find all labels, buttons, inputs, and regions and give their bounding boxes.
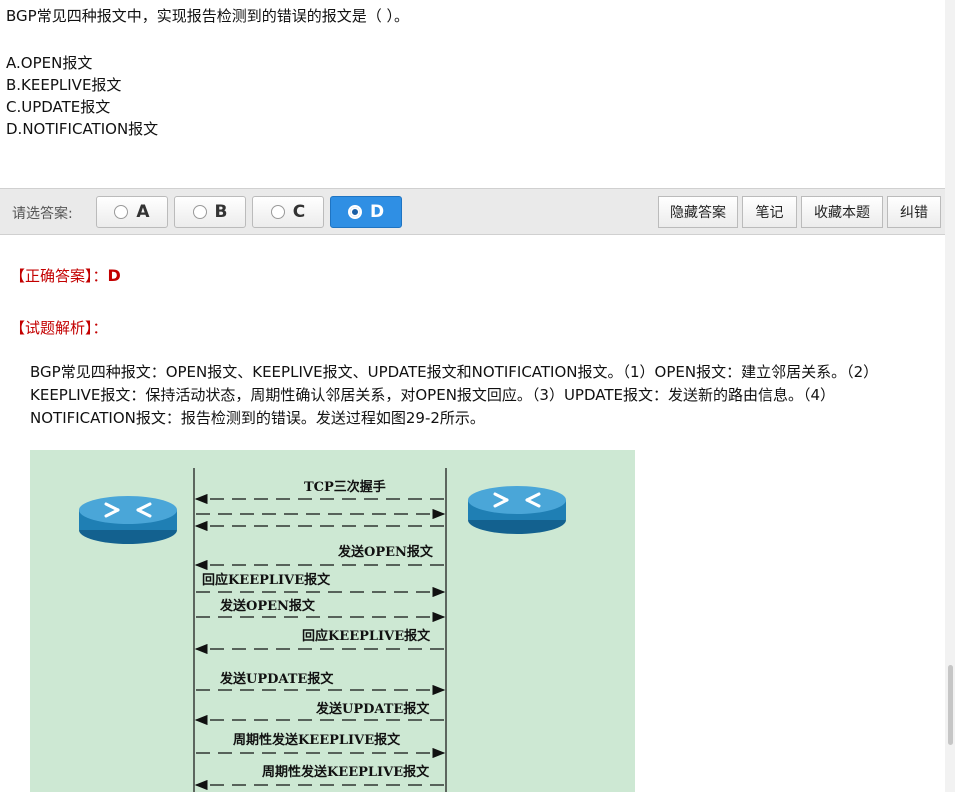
update-left-label: 发送UPDATE报文 xyxy=(219,671,334,687)
explanation-text: BGP常见四种报文：OPEN报文、KEEPLIVE报文、UPDATE报文和NOT… xyxy=(30,363,879,427)
correct-answer-label: 【正确答案】： xyxy=(10,267,108,285)
open-right-label: 发送OPEN报文 xyxy=(337,544,434,560)
options-list: A.OPEN报文 B.KEEPLIVE报文 C.UPDATE报文 D.NOTIF… xyxy=(6,52,158,140)
favorite-button[interactable]: 收藏本题 xyxy=(801,196,883,228)
left-router-icon xyxy=(79,496,177,544)
periodic-right-label: 周期性发送KEEPLIVE报文 xyxy=(262,764,430,780)
choice-c-label: C xyxy=(292,202,306,222)
correct-answer: 【正确答案】：D xyxy=(10,265,121,286)
right-router-icon xyxy=(468,486,566,534)
choice-d-button[interactable]: D xyxy=(330,196,402,228)
choose-answer-label: 请选答案: xyxy=(12,206,73,222)
option-c: C.UPDATE报文 xyxy=(6,98,111,116)
report-error-button[interactable]: 纠错 xyxy=(887,196,941,228)
question-panel: BGP常见四种报文中，实现报告检测到的错误的报文是（ ）。 A.OPEN报文 B… xyxy=(0,0,946,188)
choice-a-label: A xyxy=(136,202,150,222)
update-right-label: 发送UPDATE报文 xyxy=(315,701,430,717)
correct-answer-value: D xyxy=(107,266,121,285)
option-b: B.KEEPLIVE报文 xyxy=(6,76,122,94)
notes-button[interactable]: 笔记 xyxy=(742,196,797,228)
radio-icon xyxy=(192,205,207,219)
open-left-label: 发送OPEN报文 xyxy=(219,598,316,614)
scrollbar-thumb[interactable] xyxy=(948,665,953,745)
option-d: D.NOTIFICATION报文 xyxy=(6,120,159,138)
answer-toolbar: 请选答案: A B C D 隐藏答案 笔记 收藏本题 纠错 xyxy=(0,188,945,235)
radio-icon xyxy=(270,205,285,219)
question-stem: BGP常见四种报文中，实现报告检测到的错误的报文是（ ）。 xyxy=(6,7,409,25)
choice-b-button[interactable]: B xyxy=(174,196,246,228)
vertical-scrollbar[interactable] xyxy=(945,0,955,792)
keep-left-label: 回应KEEPLIVE报文 xyxy=(202,572,331,588)
choice-b-label: B xyxy=(214,202,228,222)
hide-answer-button[interactable]: 隐藏答案 xyxy=(658,196,738,228)
tcp-label: TCP三次握手 xyxy=(304,479,386,495)
radio-icon xyxy=(114,205,129,219)
choice-a-button[interactable]: A xyxy=(96,196,168,228)
keep-right-label: 回应KEEPLIVE报文 xyxy=(302,628,431,644)
option-a: A.OPEN报文 xyxy=(6,54,93,72)
explanation-label: 【试题解析】： xyxy=(10,319,108,337)
radio-selected-icon xyxy=(347,205,362,219)
periodic-left-label: 周期性发送KEEPLIVE报文 xyxy=(233,732,401,748)
diagram-svg: TCP三次握手 发送OPEN报文 回应KEEPLIVE报文 发送OPEN报文 回… xyxy=(79,468,566,792)
choice-d-label: D xyxy=(369,202,385,222)
bgp-message-diagram: TCP三次握手 发送OPEN报文 回应KEEPLIVE报文 发送OPEN报文 回… xyxy=(30,450,635,792)
choice-c-button[interactable]: C xyxy=(252,196,324,228)
analysis-panel: 【正确答案】：D 【试题解析】： BGP常见四种报文：OPEN报文、KEEPLI… xyxy=(0,235,945,792)
